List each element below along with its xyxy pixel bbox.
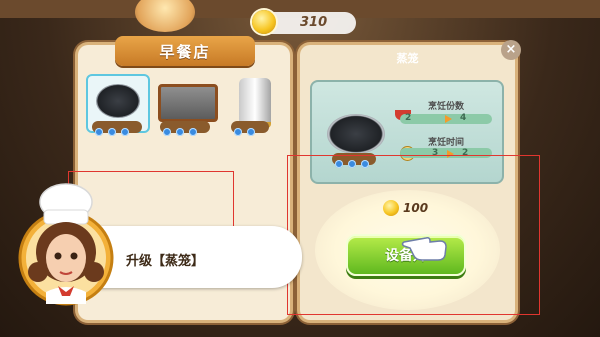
level-indicator bbox=[92, 121, 142, 136]
flat-grill-icon bbox=[158, 84, 218, 122]
level-dot bbox=[247, 128, 255, 136]
tutorial-highlight-box bbox=[287, 155, 540, 315]
level-dot bbox=[108, 128, 116, 136]
level-dot bbox=[176, 128, 184, 136]
time-label: 烹饪时间 bbox=[428, 138, 465, 148]
level-dot bbox=[189, 128, 197, 136]
steamer-pan-icon bbox=[327, 114, 385, 154]
portions-label: 烹饪份数 bbox=[428, 102, 465, 112]
coin-icon bbox=[252, 10, 276, 34]
arrow-right-icon bbox=[445, 115, 452, 123]
level-dot bbox=[163, 128, 171, 136]
chef-avatar bbox=[18, 183, 114, 306]
tutorial-message: 升级【蒸笼】 bbox=[126, 254, 205, 269]
coin-amount: 310 bbox=[300, 15, 328, 30]
level-dot bbox=[95, 128, 103, 136]
level-indicator bbox=[160, 121, 210, 136]
shop-title-ribbon: 早餐店 bbox=[115, 36, 255, 66]
portions-to: 4 bbox=[460, 113, 467, 123]
portions-from: 2 bbox=[405, 113, 412, 123]
level-dot bbox=[234, 128, 242, 136]
griddle-pan-icon bbox=[96, 84, 140, 118]
level-dot bbox=[121, 128, 129, 136]
detail-title: 蒸笼 bbox=[396, 52, 419, 65]
close-icon[interactable]: × bbox=[501, 40, 521, 60]
shop-title: 早餐店 bbox=[159, 43, 211, 61]
level-indicator bbox=[231, 121, 269, 136]
